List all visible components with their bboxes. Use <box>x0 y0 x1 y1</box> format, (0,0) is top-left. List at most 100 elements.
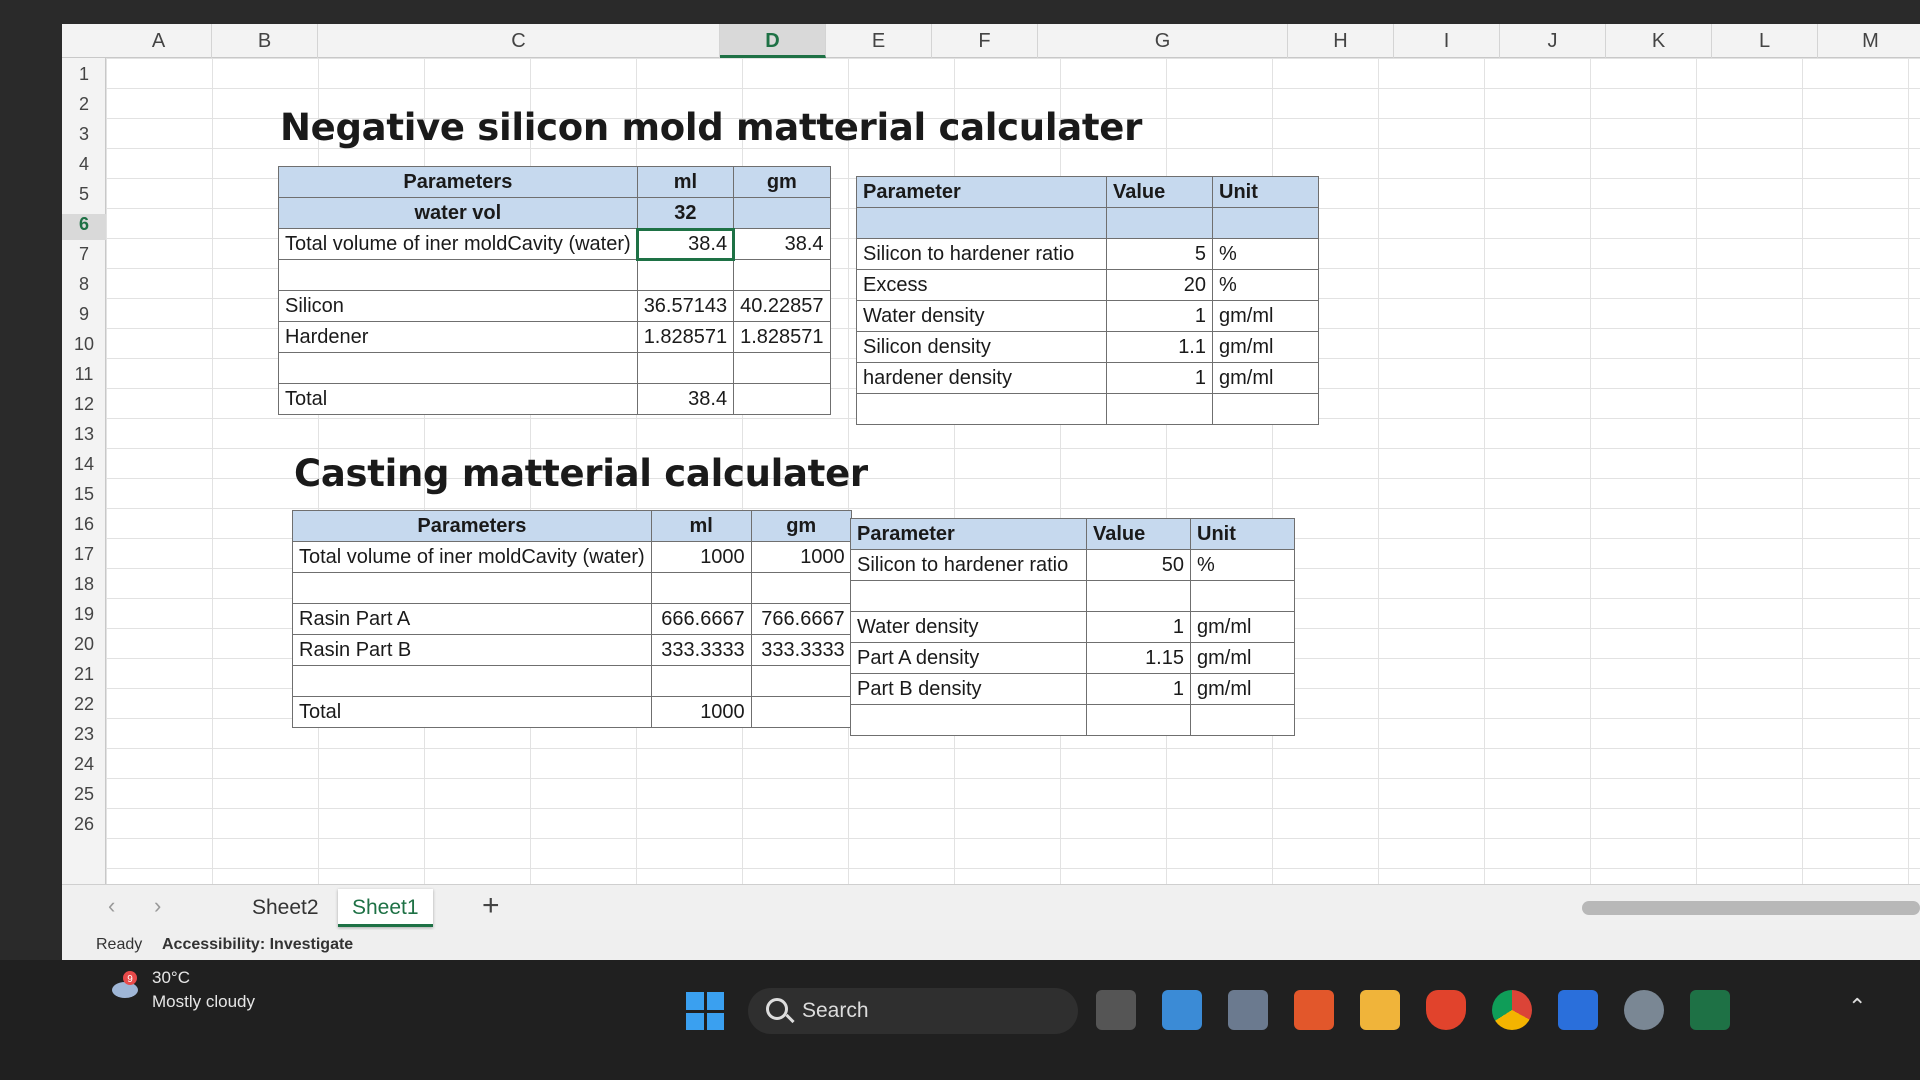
mold-const-label[interactable]: hardener density <box>856 362 1107 394</box>
empty-cell[interactable] <box>733 352 831 384</box>
mold-total-volume-gm[interactable]: 38.4 <box>733 228 831 260</box>
horizontal-scrollbar[interactable] <box>1582 901 1920 915</box>
row-header-16[interactable]: 16 <box>62 514 106 540</box>
casting-part-a-ml[interactable]: 666.6667 <box>650 603 752 635</box>
casting-total-label[interactable]: Total <box>292 696 652 728</box>
row-header-15[interactable]: 15 <box>62 484 106 510</box>
empty-cell[interactable] <box>856 207 1107 239</box>
row-header-2[interactable]: 2 <box>62 94 106 120</box>
empty-cell[interactable] <box>292 572 652 604</box>
casting-ratio-label[interactable]: Silicon to hardener ratio <box>850 549 1087 581</box>
row-header-11[interactable]: 11 <box>62 364 106 390</box>
casting-ratio-value[interactable]: 50 <box>1086 549 1191 581</box>
empty-cell[interactable] <box>636 259 735 291</box>
mold-silicon-gm[interactable]: 40.22857 <box>733 290 831 322</box>
mold-silicon-label[interactable]: Silicon <box>278 290 638 322</box>
empty-cell[interactable] <box>1106 207 1213 239</box>
mold-silicon-ml[interactable]: 36.57143 <box>636 290 735 322</box>
column-header-e[interactable]: E <box>826 24 932 58</box>
mold-const-value[interactable]: 1.1 <box>1106 331 1213 363</box>
casting-part-a-label[interactable]: Rasin Part A <box>292 603 652 635</box>
mold-const-unit[interactable]: % <box>1212 238 1319 270</box>
empty-cell[interactable] <box>650 572 752 604</box>
mold-header-gm[interactable]: gm <box>733 166 831 198</box>
empty-cell[interactable] <box>750 665 852 697</box>
column-header-f[interactable]: F <box>932 24 1038 58</box>
mold-hardener-ml[interactable]: 1.828571 <box>636 321 735 353</box>
mold-hardener-gm[interactable]: 1.828571 <box>733 321 831 353</box>
casting-const-value[interactable]: 1 <box>1086 673 1191 705</box>
casting-header-ml[interactable]: ml <box>650 510 752 542</box>
file-explorer-icon[interactable] <box>1360 990 1400 1030</box>
row-header-10[interactable]: 10 <box>62 334 106 360</box>
empty-cell[interactable] <box>750 696 852 728</box>
mold-total-label[interactable]: Total <box>278 383 638 415</box>
empty-cell[interactable] <box>856 393 1107 425</box>
column-header-m[interactable]: M <box>1818 24 1920 58</box>
foxit-icon[interactable] <box>1294 990 1334 1030</box>
mold-const-unit[interactable]: % <box>1212 269 1319 301</box>
empty-cell[interactable] <box>1106 393 1213 425</box>
mold-const-label[interactable]: Water density <box>856 300 1107 332</box>
row-header-12[interactable]: 12 <box>62 394 106 420</box>
casting-part-a-gm[interactable]: 766.6667 <box>750 603 852 635</box>
tab-sheet2[interactable]: Sheet2 <box>238 889 333 927</box>
row-header-4[interactable]: 4 <box>62 154 106 180</box>
row-header-13[interactable]: 13 <box>62 424 106 450</box>
empty-cell[interactable] <box>636 352 735 384</box>
taskbar-search[interactable]: Search <box>748 988 1078 1034</box>
accessibility-status[interactable]: Accessibility: Investigate <box>162 936 353 954</box>
mold-const-value[interactable]: 1 <box>1106 362 1213 394</box>
row-header-24[interactable]: 24 <box>62 754 106 780</box>
row-header-3[interactable]: 3 <box>62 124 106 150</box>
row-header-1[interactable]: 1 <box>62 64 106 90</box>
mold-const-unit[interactable]: gm/ml <box>1212 362 1319 394</box>
mold-water-ml[interactable]: 32 <box>636 197 735 229</box>
empty-cell[interactable] <box>278 259 638 291</box>
casting-const-unit[interactable]: gm/ml <box>1190 611 1295 643</box>
row-header-20[interactable]: 20 <box>62 634 106 660</box>
mold-const-label[interactable]: Excess <box>856 269 1107 301</box>
mold-hardener-label[interactable]: Hardener <box>278 321 638 353</box>
mold-const-label[interactable]: Silicon density <box>856 331 1107 363</box>
column-header-h[interactable]: H <box>1288 24 1394 58</box>
casting-const-label[interactable]: Part A density <box>850 642 1087 674</box>
empty-cell[interactable] <box>278 352 638 384</box>
empty-cell[interactable] <box>1086 580 1191 612</box>
task-view-icon[interactable] <box>1096 990 1136 1030</box>
column-header-a[interactable]: A <box>106 24 212 58</box>
mold-const-header-value[interactable]: Value <box>1106 176 1213 208</box>
notepad-icon[interactable] <box>1162 990 1202 1030</box>
mold-total-volume-label[interactable]: Total volume of iner moldCavity (water) <box>278 228 638 260</box>
empty-cell[interactable] <box>850 580 1087 612</box>
row-header-14[interactable]: 14 <box>62 454 106 480</box>
calculator-icon[interactable] <box>1228 990 1268 1030</box>
casting-const-header-param[interactable]: Parameter <box>850 518 1087 550</box>
brave-icon[interactable] <box>1426 990 1466 1030</box>
row-header-18[interactable]: 18 <box>62 574 106 600</box>
excel-icon[interactable] <box>1690 990 1730 1030</box>
chrome-icon[interactable] <box>1492 990 1532 1030</box>
mold-const-label[interactable]: Silicon to hardener ratio <box>856 238 1107 270</box>
mold-const-unit[interactable]: gm/ml <box>1212 300 1319 332</box>
mold-const-value[interactable]: 1 <box>1106 300 1213 332</box>
column-header-j[interactable]: J <box>1500 24 1606 58</box>
windows-start-icon[interactable] <box>686 992 724 1030</box>
add-sheet-button[interactable]: + <box>482 889 500 923</box>
next-sheet-icon[interactable]: › <box>154 893 161 919</box>
row-header-7[interactable]: 7 <box>62 244 106 270</box>
casting-total-volume-gm[interactable]: 1000 <box>750 541 852 573</box>
weather-widget[interactable]: 30°C Mostly cloudy <box>152 966 255 1014</box>
mold-header-ml[interactable]: ml <box>636 166 735 198</box>
row-header-5[interactable]: 5 <box>62 184 106 210</box>
casting-const-unit[interactable]: gm/ml <box>1190 673 1295 705</box>
empty-cell[interactable] <box>750 572 852 604</box>
casting-const-label[interactable]: Part B density <box>850 673 1087 705</box>
row-header-26[interactable]: 26 <box>62 814 106 840</box>
empty-cell[interactable] <box>1190 704 1295 736</box>
casting-header-param[interactable]: Parameters <box>292 510 652 542</box>
row-header-23[interactable]: 23 <box>62 724 106 750</box>
column-header-c[interactable]: C <box>318 24 720 58</box>
mold-const-value[interactable]: 20 <box>1106 269 1213 301</box>
column-header-k[interactable]: K <box>1606 24 1712 58</box>
